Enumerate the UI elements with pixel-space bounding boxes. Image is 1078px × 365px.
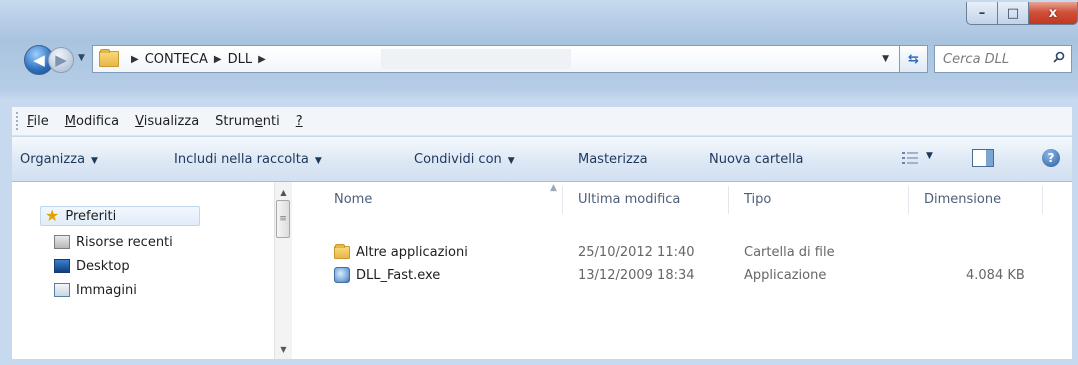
breadcrumb-separator-icon[interactable]: ▶ [131, 54, 139, 65]
command-bar: Organizza ▼ Includi nella raccolta ▼ Condi… [12, 137, 1072, 182]
column-header-nome[interactable]: Nome [334, 192, 372, 207]
menu-visualizza[interactable]: Visualizza [135, 114, 199, 129]
nav-item-desktop[interactable]: Desktop [54, 256, 130, 276]
minimize-button[interactable]: – [966, 2, 998, 25]
nav-item-immagini[interactable]: Immagini [54, 280, 137, 300]
breadcrumb-separator-icon[interactable]: ▶ [214, 54, 222, 65]
search-box [934, 45, 1072, 73]
address-row: ◀ ▶ ▼ ▶ CONTECA ▶ DLL ▶ ▼ ⇆ [0, 41, 1078, 75]
navigation-scrollbar[interactable]: ▲ ≡ ▼ [274, 182, 292, 359]
nav-item-label: Risorse recenti [76, 234, 173, 250]
nav-item-label: Preferiti [65, 208, 117, 224]
column-header-ultima-modifica[interactable]: Ultima modifica [578, 192, 680, 207]
file-list: ▲ Nome Ultima modifica Tipo Dimensione A… [292, 182, 1072, 359]
menu-help[interactable]: ? [296, 114, 303, 129]
file-size: 4.084 KB [966, 267, 1025, 283]
forward-button[interactable]: ▶ [48, 47, 74, 73]
nuova-cartella-button[interactable]: Nuova cartella [709, 152, 803, 167]
table-row[interactable]: DLL_Fast.exe 13/12/2009 18:34 Applicazio… [292, 265, 1052, 285]
refresh-button[interactable]: ⇆ [900, 45, 928, 73]
pictures-icon [54, 283, 70, 297]
menu-modifica[interactable]: Modifica [65, 114, 119, 129]
recent-places-icon [54, 235, 70, 249]
desktop-icon [54, 259, 70, 273]
maximize-button[interactable]: □ [998, 2, 1029, 25]
preview-pane-icon[interactable] [972, 149, 994, 167]
menu-strumenti[interactable]: Strumenti [215, 114, 280, 129]
address-history-dropdown[interactable]: ▼ [882, 54, 889, 64]
column-header-dimensione[interactable]: Dimensione [924, 192, 1001, 207]
includi-label: Includi nella raccolta [174, 151, 309, 167]
condividi-label: Condividi con [414, 151, 502, 167]
file-type: Cartella di file [744, 244, 835, 260]
close-button[interactable]: x [1029, 2, 1078, 25]
column-divider[interactable] [728, 186, 729, 214]
sort-ascending-icon: ▲ [550, 183, 557, 193]
file-name-cell: Altre applicazioni [334, 242, 468, 262]
folder-icon [99, 49, 119, 67]
includi-button[interactable]: Includi nella raccolta ▼ [174, 152, 322, 167]
menu-file[interactable]: File [27, 114, 49, 129]
star-icon: ★ [45, 206, 60, 225]
arrow-right-icon: ▶ [55, 51, 67, 69]
file-modified: 13/12/2009 18:34 [578, 267, 695, 283]
masterizza-button[interactable]: Masterizza [578, 152, 648, 167]
scroll-thumb[interactable]: ≡ [276, 200, 290, 238]
organizza-button[interactable]: Organizza ▼ [20, 152, 98, 167]
scroll-up-icon[interactable]: ▲ [275, 184, 292, 200]
close-icon: x [1048, 5, 1058, 21]
chevron-down-icon: ▼ [91, 155, 98, 166]
menu-grip [16, 112, 21, 130]
application-icon [334, 267, 350, 283]
column-header-tipo[interactable]: Tipo [744, 192, 771, 207]
nav-item-preferiti[interactable]: ★ Preferiti [40, 206, 200, 226]
condividi-button[interactable]: Condividi con ▼ [414, 152, 515, 167]
file-name: DLL_Fast.exe [356, 267, 441, 283]
window-caption-buttons: – □ x [966, 0, 1078, 30]
nav-item-label: Desktop [76, 258, 130, 274]
menu-bar: File Modifica Visualizza Strumenti ? [12, 107, 1072, 136]
address-blank-area[interactable] [381, 49, 571, 69]
folder-icon [334, 243, 350, 259]
column-divider[interactable] [908, 186, 909, 214]
breadcrumb-conteca[interactable]: CONTECA [145, 52, 208, 67]
recent-pages-dropdown[interactable]: ▼ [78, 53, 85, 63]
table-row[interactable]: Altre applicazioni 25/10/2012 11:40 Cart… [292, 242, 1052, 262]
organizza-label: Organizza [20, 151, 86, 167]
file-name-cell: DLL_Fast.exe [334, 265, 440, 285]
file-modified: 25/10/2012 11:40 [578, 244, 695, 260]
scroll-down-icon[interactable]: ▼ [275, 341, 292, 357]
column-divider[interactable] [1042, 186, 1043, 214]
file-type: Applicazione [744, 267, 827, 283]
nav-item-label: Immagini [76, 282, 137, 298]
address-bar[interactable]: ▶ CONTECA ▶ DLL ▶ ▼ [92, 45, 900, 73]
search-input[interactable] [941, 50, 1045, 68]
maximize-icon: □ [1006, 5, 1020, 21]
file-name: Altre applicazioni [356, 244, 468, 260]
nav-item-risorse-recenti[interactable]: Risorse recenti [54, 232, 173, 252]
arrow-left-icon: ◀ [33, 51, 45, 69]
view-options-icon[interactable] [902, 151, 918, 165]
help-icon[interactable]: ? [1042, 149, 1060, 167]
content-area: ★ Preferiti Risorse recenti Desktop Imma… [12, 182, 1072, 359]
breadcrumb-dll[interactable]: DLL [228, 52, 253, 67]
column-divider[interactable] [562, 186, 563, 214]
view-dropdown[interactable]: ▼ [926, 151, 933, 161]
search-icon[interactable] [1053, 51, 1065, 63]
chevron-down-icon: ▼ [314, 155, 322, 166]
minimize-icon: – [978, 5, 986, 21]
refresh-icon: ⇆ [908, 51, 919, 67]
explorer-window: – □ x ◀ ▶ ▼ ▶ CONTECA ▶ DLL ▶ ▼ ⇆ Fi [0, 0, 1078, 365]
navigation-pane: ★ Preferiti Risorse recenti Desktop Imma… [12, 182, 274, 359]
breadcrumb-separator-icon[interactable]: ▶ [258, 54, 266, 65]
chevron-down-icon: ▼ [507, 155, 515, 166]
